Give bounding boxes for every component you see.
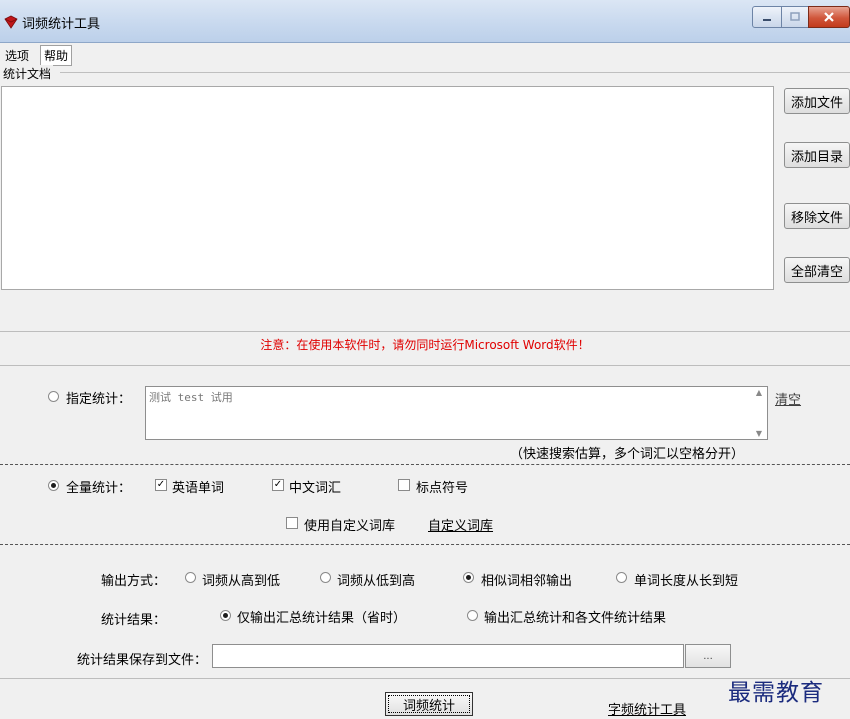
result-label: 统计结果： <box>101 613 167 628</box>
punctuation-label: 标点符号 <box>416 481 469 496</box>
divider <box>0 365 850 366</box>
docs-group-label: 统计文档 <box>3 65 54 82</box>
add-directory-button[interactable]: 添加目录 <box>784 142 850 168</box>
char-frequency-tool-link[interactable]: 字频统计工具 <box>608 699 686 718</box>
divider <box>0 678 850 679</box>
close-button[interactable] <box>808 6 850 28</box>
window-title: 词频统计工具 <box>22 17 101 32</box>
english-words-checkbox[interactable]: ✓ <box>155 479 167 491</box>
run-word-frequency-button[interactable]: 词频统计 <box>385 692 473 716</box>
scroll-down-icon[interactable]: ▼ <box>756 429 762 438</box>
full-stat-label: 全量统计： <box>66 481 132 496</box>
maximize-icon <box>790 12 800 21</box>
specified-stat-label: 指定统计： <box>66 392 132 407</box>
add-file-button[interactable]: 添加文件 <box>784 88 850 114</box>
chinese-words-checkbox[interactable]: ✓ <box>272 479 284 491</box>
minimize-icon <box>763 19 771 21</box>
result-summary-label: 仅输出汇总统计结果（省时） <box>237 611 407 626</box>
title-bar <box>0 0 850 43</box>
custom-lib-link[interactable]: 自定义词库 <box>428 515 493 534</box>
output-length-radio[interactable] <box>616 572 627 583</box>
result-full-label: 输出汇总统计和各文件统计结果 <box>484 611 667 626</box>
custom-lib-checkbox[interactable] <box>286 517 298 529</box>
output-length-label: 单词长度从长到短 <box>634 574 739 589</box>
english-words-label: 英语单词 <box>172 481 225 496</box>
watermark-logo: 最需教育 <box>728 680 824 706</box>
menu-options[interactable]: 选项 <box>2 46 32 65</box>
close-icon <box>824 12 834 22</box>
output-similar-adjacent-radio[interactable] <box>463 572 474 583</box>
output-high-to-low-label: 词频从高到低 <box>202 574 281 589</box>
menu-help[interactable]: 帮助 <box>40 45 73 66</box>
output-high-to-low-radio[interactable] <box>185 572 196 583</box>
save-path-input[interactable] <box>212 644 684 668</box>
document-list[interactable] <box>1 86 774 290</box>
search-hint: （快速搜索估算，多个词汇以空格分开） <box>510 447 745 462</box>
scroll-up-icon[interactable]: ▲ <box>756 388 762 397</box>
minimize-button[interactable] <box>752 6 782 28</box>
group-divider <box>60 72 850 73</box>
textarea-scrollbar[interactable]: ▲ ▼ <box>752 388 766 438</box>
browse-button[interactable]: ... <box>685 644 731 668</box>
custom-lib-label: 使用自定义词库 <box>304 519 396 534</box>
chinese-words-label: 中文词汇 <box>289 481 342 496</box>
punctuation-checkbox[interactable] <box>398 479 410 491</box>
output-low-to-high-label: 词频从低到高 <box>337 574 416 589</box>
remove-file-button[interactable]: 移除文件 <box>784 203 850 229</box>
output-mode-label: 输出方式： <box>101 574 167 589</box>
menu-bar <box>0 44 850 64</box>
output-similar-adjacent-label: 相似词相邻输出 <box>481 574 573 589</box>
specified-words-textarea[interactable]: 测试 test 试用 <box>145 386 768 440</box>
dashed-divider <box>0 544 850 545</box>
full-stat-radio[interactable] <box>48 480 59 491</box>
maximize-button[interactable] <box>781 6 809 28</box>
app-icon <box>4 15 18 29</box>
result-full-radio[interactable] <box>467 610 478 621</box>
specified-stat-radio[interactable] <box>48 391 59 402</box>
result-summary-radio[interactable] <box>220 610 231 621</box>
dashed-divider <box>0 464 850 465</box>
clear-link[interactable]: 清空 <box>775 389 801 408</box>
output-low-to-high-radio[interactable] <box>320 572 331 583</box>
clear-all-button[interactable]: 全部清空 <box>784 257 850 283</box>
save-path-label: 统计结果保存到文件： <box>77 653 208 668</box>
divider <box>0 331 850 332</box>
notice-text: 注意：在使用本软件时，请勿同时运行Microsoft Word软件！ <box>260 338 590 352</box>
